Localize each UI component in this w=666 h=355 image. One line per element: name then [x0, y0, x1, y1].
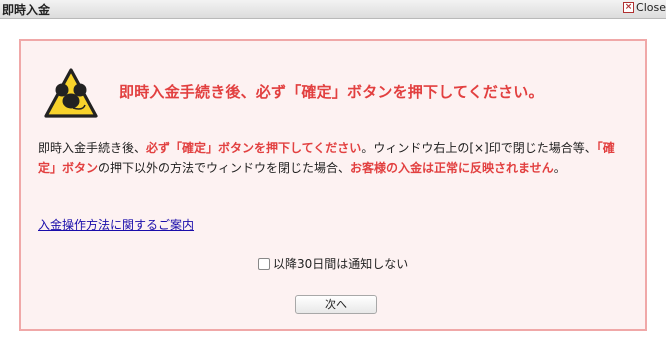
window-title: 即時入金	[2, 3, 51, 17]
body-text-2: 必ず「確定」ボタンを押下してください	[146, 141, 362, 155]
dont-notify-checkbox[interactable]	[258, 257, 270, 270]
body-text-1: 即時入金手続き後、	[38, 141, 147, 155]
close-label[interactable]: Close	[636, 1, 666, 14]
body-text-6: お客様の入金は正常に反映されません	[350, 161, 554, 175]
notice-panel: 即時入金手続き後、必ず「確定」ボタンを押下してください。 即時入金手続き後、必ず…	[19, 39, 647, 331]
window-titlebar: 即時入金 × Close	[0, 0, 666, 19]
close-button[interactable]: × Close	[623, 1, 666, 14]
mouse-warning-icon	[44, 68, 98, 118]
body-text-3: 。ウィンドウ右上の[×]印で閉じた場合等、	[361, 141, 597, 155]
body-text-7: 。	[553, 161, 566, 175]
close-icon[interactable]: ×	[623, 2, 635, 13]
notice-headline: 即時入金手続き後、必ず「確定」ボタンを押下してください。	[119, 83, 544, 101]
next-button[interactable]: 次へ	[295, 295, 377, 314]
dont-notify-option[interactable]: 以降30日間は通知しない	[258, 255, 408, 272]
dont-notify-label[interactable]: 以降30日間は通知しない	[273, 255, 408, 272]
notice-body: 即時入金手続き後、必ず「確定」ボタンを押下してください。ウィンドウ右上の[×]印…	[38, 138, 630, 178]
help-link[interactable]: 入金操作方法に関するご案内	[38, 216, 194, 233]
body-text-5: の押下以外の方法でウィンドウを閉じた場合、	[98, 161, 351, 175]
